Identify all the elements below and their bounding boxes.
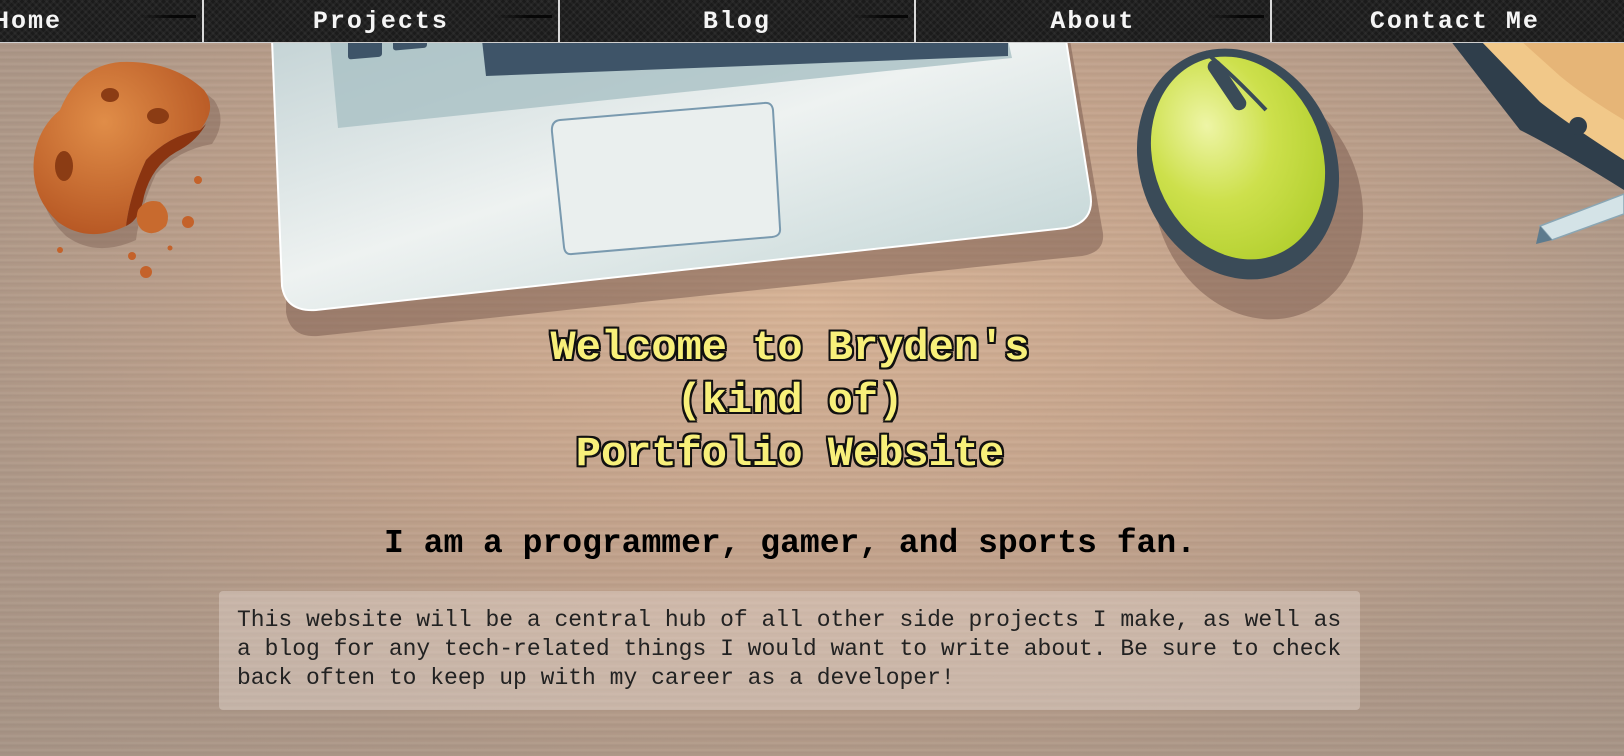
nav-item-contact[interactable]: Contact Me — [1272, 0, 1624, 42]
nav-item-label: Contact Me — [1369, 6, 1540, 36]
nav-item-label: Projects — [312, 6, 449, 36]
laptop-illustration — [270, 0, 1104, 337]
nav-decoration — [137, 15, 196, 18]
page-title-line: (kind of) — [676, 377, 904, 425]
top-navigation: Home Projects Blog About Contact Me — [0, 0, 1624, 43]
nav-decoration — [493, 15, 552, 18]
nav-decoration — [1205, 15, 1264, 18]
nav-item-label: Blog — [702, 6, 771, 36]
page-title-line: Welcome to Bryden's — [550, 324, 1030, 372]
pen-illustration — [1536, 193, 1624, 244]
nav-item-about[interactable]: About — [916, 0, 1272, 42]
nav-item-label: Home — [0, 6, 63, 36]
nav-decoration — [849, 15, 908, 18]
nav-item-label: About — [1050, 6, 1136, 36]
tagline: I am a programmer, gamer, and sports fan… — [384, 525, 1196, 562]
notebook-illustration — [1450, 40, 1624, 190]
nav-item-home[interactable]: Home — [0, 0, 204, 42]
page-title: Welcome to Bryden's (kind of) Portfolio … — [0, 322, 1580, 481]
mouse-illustration — [1136, 48, 1364, 320]
page-title-line: Portfolio Website — [575, 430, 1005, 478]
intro-text: This website will be a central hub of al… — [219, 591, 1360, 710]
cookie-icon — [33, 61, 221, 278]
nav-item-blog[interactable]: Blog — [560, 0, 916, 42]
nav-item-projects[interactable]: Projects — [204, 0, 560, 42]
